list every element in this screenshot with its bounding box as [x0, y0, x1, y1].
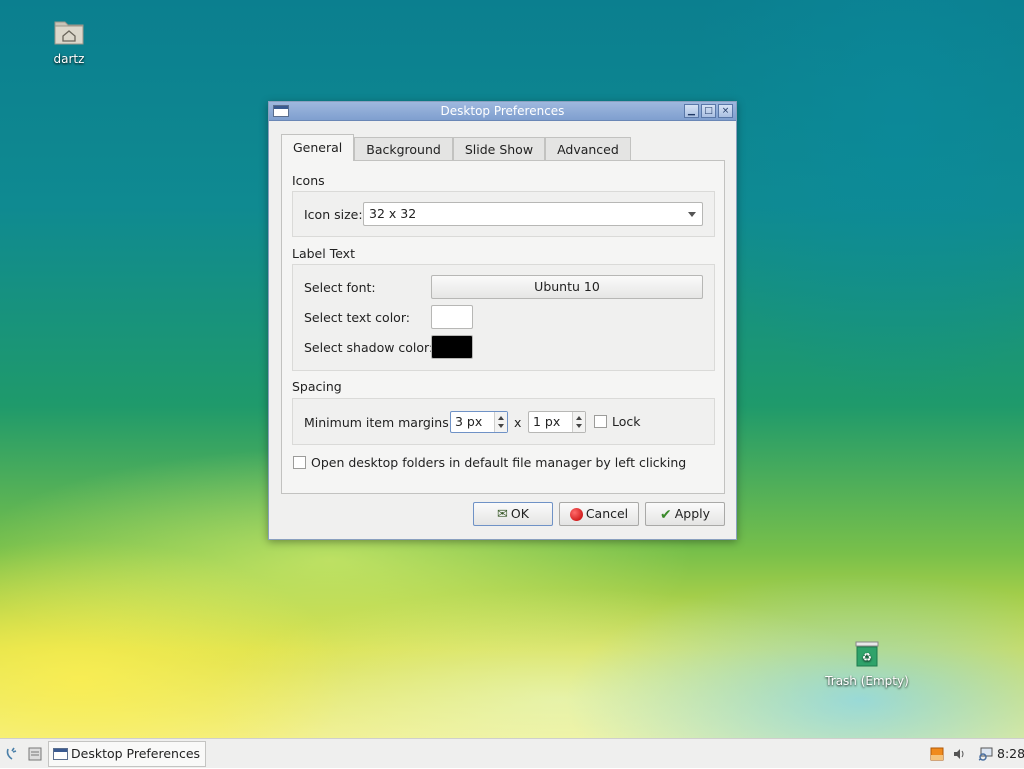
tab-advanced[interactable]: Advanced [545, 137, 631, 161]
taskbar-window-button[interactable]: Desktop Preferences [48, 741, 206, 767]
select-shadow-color-label: Select shadow color: [304, 340, 434, 355]
cancel-icon [569, 508, 583, 521]
margin-x-spinbox[interactable]: 3 px [450, 411, 508, 433]
icons-section-title: Icons [292, 173, 325, 188]
network-icon[interactable] [978, 747, 994, 761]
spin-up-icon [498, 416, 504, 420]
ok-label: OK [510, 506, 529, 521]
text-color-button[interactable] [431, 305, 473, 329]
icon-size-dropdown[interactable]: 32 x 32 [363, 202, 703, 226]
tab-general[interactable]: General [281, 134, 355, 161]
trash-icon: ♻ [855, 641, 879, 667]
dropdown-arrow-icon [688, 212, 696, 217]
desktop-icon-trash[interactable]: ♻ Trash (Empty) [822, 640, 912, 688]
taskbar-window-icon [53, 748, 68, 760]
taskbar-window-label: Desktop Preferences [71, 746, 201, 761]
apply-button[interactable]: ✔ Apply [645, 502, 725, 526]
select-font-label: Select font: [304, 280, 376, 295]
icons-frame: Icon size: 32 x 32 [292, 191, 715, 237]
open-folders-checkbox[interactable] [293, 456, 306, 469]
window-title: Desktop Preferences [440, 104, 565, 118]
tab-bar: General Background Slide Show Advanced [281, 134, 631, 161]
cancel-label: Cancel [585, 506, 629, 521]
margin-y-value: 1 px [533, 414, 561, 429]
taskbar: Desktop Preferences 8:28 [0, 738, 1024, 768]
cancel-button[interactable]: Cancel [559, 502, 639, 526]
lock-checkbox[interactable] [594, 415, 607, 428]
desktop-icon-trash-label: Trash (Empty) [825, 674, 909, 688]
label-text-section-title: Label Text [292, 246, 355, 261]
tab-background[interactable]: Background [354, 137, 453, 161]
ok-button[interactable]: ✉ OK [473, 502, 553, 526]
apply-label: Apply [674, 506, 711, 521]
spacing-section-title: Spacing [292, 379, 342, 394]
icon-size-label: Icon size: [304, 207, 363, 222]
show-desktop-icon[interactable] [28, 746, 42, 762]
general-tab-panel: Icons Icon size: 32 x 32 Label Text Sele… [281, 160, 725, 494]
menu-icon[interactable] [5, 746, 19, 762]
spacing-frame: Minimum item margins: 3 px x 1 px Lock [292, 398, 715, 445]
ok-icon: ✉ [497, 506, 508, 522]
margin-separator: x [514, 415, 522, 430]
clock[interactable]: 8:28 [997, 739, 1024, 769]
folder-home-icon [54, 21, 84, 45]
notification-icon[interactable] [930, 747, 944, 761]
open-folders-label: Open desktop folders in default file man… [311, 455, 687, 470]
margin-x-spin-arrows[interactable] [494, 412, 507, 432]
minimum-item-margins-label: Minimum item margins: [304, 415, 453, 430]
close-button[interactable]: × [718, 104, 733, 118]
desktop: dartz ♻ Trash (Empty) Desktop Preference… [0, 0, 1024, 738]
checkmark-icon: ✔ [659, 506, 672, 523]
desktop-icon-home-label: dartz [53, 52, 85, 66]
label-text-frame: Select font: Ubuntu 10 Select text color… [292, 264, 715, 371]
margin-y-spin-arrows[interactable] [572, 412, 585, 432]
window-app-icon [273, 105, 289, 117]
lock-label: Lock [612, 414, 641, 429]
tab-slide-show[interactable]: Slide Show [452, 137, 546, 161]
maximize-button[interactable]: □ [701, 104, 716, 118]
font-chooser-button[interactable]: Ubuntu 10 [431, 275, 703, 299]
margin-x-value: 3 px [455, 414, 483, 429]
shadow-color-button[interactable] [431, 335, 473, 359]
margin-y-spinbox[interactable]: 1 px [528, 411, 586, 433]
icon-size-value: 32 x 32 [369, 206, 417, 221]
volume-icon[interactable] [952, 747, 966, 761]
spin-up-icon [576, 416, 582, 420]
desktop-preferences-window: Desktop Preferences ▁ □ × General Backgr… [268, 101, 737, 540]
minimize-button[interactable]: ▁ [684, 104, 699, 118]
select-text-color-label: Select text color: [304, 310, 410, 325]
spin-down-icon [498, 424, 504, 428]
spin-down-icon [576, 424, 582, 428]
desktop-icon-home[interactable]: dartz [24, 16, 114, 66]
window-titlebar[interactable]: Desktop Preferences ▁ □ × [269, 102, 736, 121]
svg-text:♻: ♻ [862, 651, 872, 664]
